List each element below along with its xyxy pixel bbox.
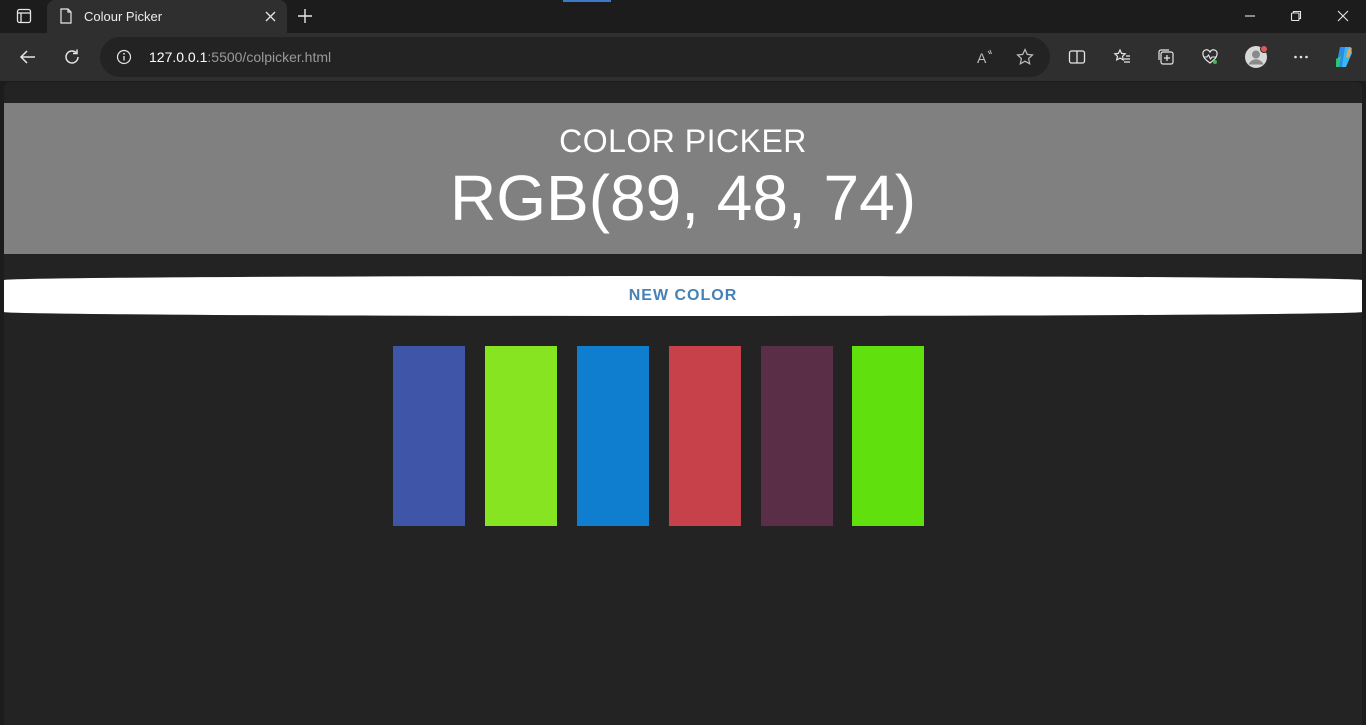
tab-drag-indicator xyxy=(563,0,611,2)
window-close-icon[interactable] xyxy=(1320,0,1366,32)
restore-icon[interactable] xyxy=(1273,0,1319,32)
browser-essentials-icon[interactable] xyxy=(1194,41,1226,73)
refresh-icon[interactable] xyxy=(56,41,88,73)
close-icon[interactable] xyxy=(263,9,277,23)
minimize-icon[interactable] xyxy=(1227,0,1273,32)
split-screen-icon[interactable] xyxy=(1061,41,1093,73)
back-arrow-icon[interactable] xyxy=(12,41,44,73)
read-aloud-icon[interactable]: A xyxy=(969,41,1001,73)
favorites-icon[interactable] xyxy=(1106,41,1138,73)
browser-toolbar: 127.0.0.1:5500/colpicker.html A xyxy=(0,33,1366,81)
site-info-icon[interactable] xyxy=(116,49,132,65)
url-host: 127.0.0.1 xyxy=(149,49,208,65)
color-swatch[interactable] xyxy=(485,346,557,526)
color-swatch[interactable] xyxy=(577,346,649,526)
tab-colour-picker[interactable]: Colour Picker xyxy=(47,0,287,33)
svg-text:A: A xyxy=(977,50,987,66)
tab-strip: Colour Picker xyxy=(0,0,1366,33)
url-path: :5500/colpicker.html xyxy=(207,49,332,65)
profile-avatar-icon[interactable] xyxy=(1240,41,1272,73)
color-swatch[interactable] xyxy=(761,346,833,526)
url-text[interactable]: 127.0.0.1:5500/colpicker.html xyxy=(149,49,331,65)
rgb-display: RGB(89, 48, 74) xyxy=(450,162,916,234)
page-viewport: COLOR PICKER RGB(89, 48, 74) NEW COLOR xyxy=(4,82,1362,725)
tab-title: Colour Picker xyxy=(84,9,163,24)
new-tab-icon[interactable] xyxy=(292,5,318,27)
new-color-button[interactable]: NEW COLOR xyxy=(4,276,1362,316)
page-header: COLOR PICKER RGB(89, 48, 74) xyxy=(4,103,1362,254)
tab-actions-icon[interactable] xyxy=(8,4,40,28)
color-swatch[interactable] xyxy=(669,346,741,526)
color-swatch[interactable] xyxy=(393,346,465,526)
color-swatch[interactable] xyxy=(852,346,924,526)
copilot-icon[interactable] xyxy=(1328,41,1360,73)
collections-icon[interactable] xyxy=(1150,41,1182,73)
more-options-icon[interactable] xyxy=(1285,41,1317,73)
page-icon xyxy=(59,8,73,24)
page-title: COLOR PICKER xyxy=(559,123,807,159)
address-bar[interactable]: 127.0.0.1:5500/colpicker.html A xyxy=(100,37,1050,77)
favorite-star-icon[interactable] xyxy=(1009,41,1041,73)
